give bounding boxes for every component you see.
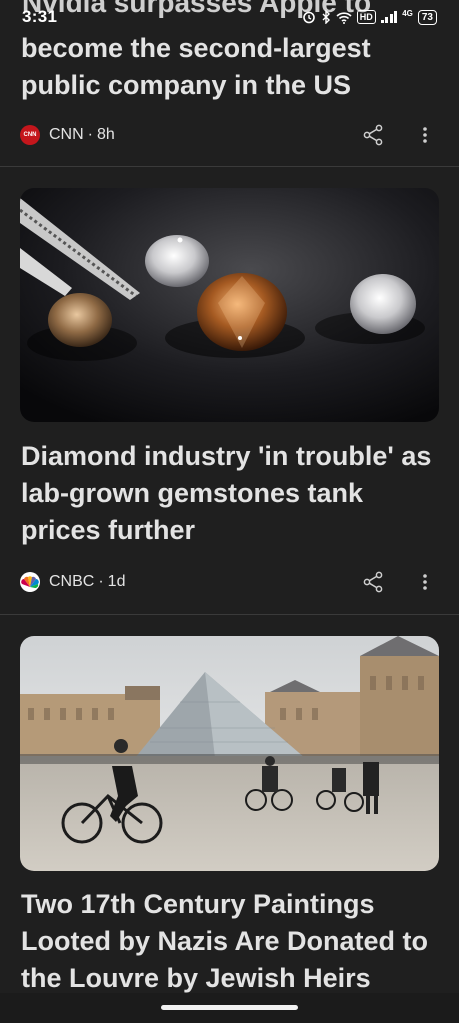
gesture-nav-handle[interactable] — [161, 1005, 298, 1010]
share-icon[interactable] — [361, 570, 385, 594]
wifi-icon — [336, 11, 352, 24]
status-icons: HD 4G 73 — [302, 8, 437, 25]
article-time: 8h — [97, 126, 115, 143]
article-image-louvre[interactable] — [20, 636, 439, 871]
article-image-diamonds[interactable] — [20, 188, 439, 422]
status-bar: 3:31 HD 4G 73 — [0, 0, 459, 34]
share-icon[interactable] — [361, 123, 385, 147]
battery-icon: 73 — [417, 9, 437, 25]
article-time: 1d — [107, 573, 126, 590]
article-meta: CNN CNN · 8h — [20, 121, 437, 149]
cnn-logo: CNN — [20, 125, 40, 145]
article-title[interactable]: Diamond industry 'in trouble' as lab-gro… — [21, 438, 437, 549]
separator: · — [87, 126, 93, 143]
hd-badge: HD — [356, 10, 376, 24]
cnbc-logo — [20, 572, 40, 592]
bluetooth-icon — [322, 10, 330, 24]
article-title[interactable]: become the second-largest public company… — [21, 30, 437, 104]
separator: · — [98, 573, 104, 590]
signal-icon — [380, 11, 398, 23]
alarm-icon — [302, 11, 315, 24]
article-title[interactable]: Two 17th Century Paintings Looted by Naz… — [21, 886, 437, 997]
divider — [0, 166, 459, 167]
article-meta: CNBC · 1d — [20, 568, 437, 596]
divider — [0, 614, 459, 615]
more-vert-icon[interactable] — [415, 123, 435, 147]
network-type: 4G — [402, 8, 413, 18]
status-time: 3:31 — [22, 7, 58, 26]
source-name[interactable]: CNBC — [49, 573, 94, 591]
more-vert-icon[interactable] — [415, 570, 435, 594]
source-name[interactable]: CNN — [49, 126, 84, 144]
